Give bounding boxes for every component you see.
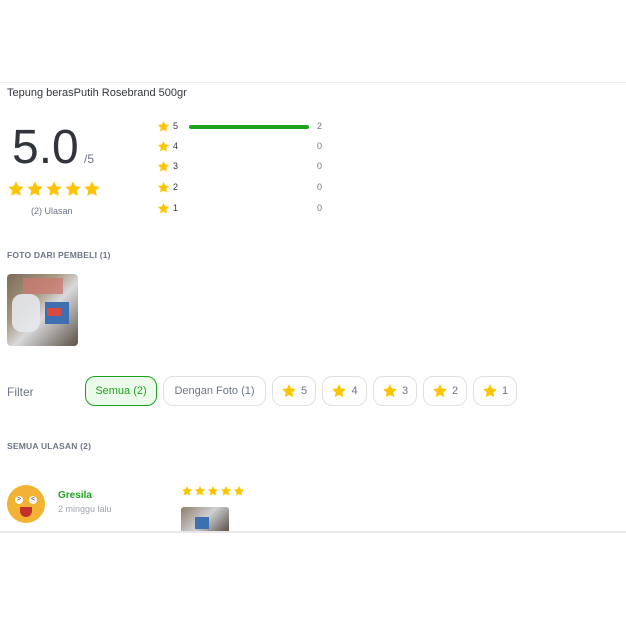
emoji-avatar-icon[interactable]: > < — [7, 485, 45, 523]
star-icon — [383, 384, 397, 398]
distribution-count: 0 — [317, 203, 323, 213]
distribution-row-5[interactable]: 5 2 — [157, 120, 337, 134]
avatar-eye: > — [15, 496, 23, 504]
chip-label: 1 — [501, 385, 509, 397]
distribution-bar-fill — [189, 125, 309, 129]
star-icon — [157, 160, 170, 172]
distribution-count: 0 — [317, 141, 323, 151]
avatar-mouth — [20, 507, 32, 517]
star-icon — [84, 181, 100, 196]
chip-label: Semua (2) — [95, 385, 147, 397]
distribution-row-1[interactable]: 1 0 — [157, 202, 337, 216]
star-icon — [157, 140, 170, 152]
photo-detail — [12, 294, 40, 332]
star-icon — [233, 485, 245, 496]
distribution-level: 5 — [173, 121, 179, 131]
distribution-level: 1 — [173, 203, 179, 213]
photo-detail — [23, 278, 63, 294]
star-icon — [282, 384, 296, 398]
star-icon — [181, 485, 193, 496]
distribution-level: 2 — [173, 182, 179, 192]
average-stars — [7, 180, 101, 198]
distribution-level: 3 — [173, 161, 179, 171]
filter-chip-3-star[interactable]: 3 — [373, 376, 417, 406]
filter-chip-all[interactable]: Semua (2) — [85, 376, 157, 406]
distribution-row-4[interactable]: 4 0 — [157, 140, 337, 154]
star-icon — [207, 485, 219, 496]
distribution-bar — [189, 165, 309, 169]
review-stars — [181, 485, 245, 497]
chip-label: 4 — [351, 385, 358, 397]
star-icon — [27, 181, 43, 196]
buyer-photo-thumbnail[interactable] — [7, 274, 78, 346]
distribution-row-2[interactable]: 2 0 — [157, 181, 337, 195]
all-reviews-heading: SEMUA ULASAN (2) — [7, 441, 92, 451]
chip-label: Dengan Foto (1) — [174, 385, 255, 397]
filter-chip-with-photo[interactable]: Dengan Foto (1) — [163, 376, 266, 406]
distribution-count: 2 — [317, 121, 323, 131]
distribution-row-3[interactable]: 3 0 — [157, 160, 337, 174]
star-icon — [157, 181, 170, 193]
review-photo-thumbnail[interactable] — [181, 507, 229, 531]
filter-chip-5-star[interactable]: 5 — [272, 376, 316, 406]
filter-label: Filter — [7, 385, 34, 399]
chip-label: 3 — [401, 385, 409, 397]
avatar-eye: < — [29, 496, 37, 504]
star-icon — [8, 181, 24, 196]
chip-label: 2 — [451, 385, 459, 397]
distribution-level: 4 — [173, 141, 179, 151]
reviewer-name[interactable]: Gresila — [58, 490, 92, 501]
distribution-count: 0 — [317, 161, 323, 171]
rating-scale: /5 — [84, 152, 95, 166]
distribution-bar — [189, 125, 309, 129]
star-icon — [194, 485, 206, 496]
star-icon — [46, 181, 62, 196]
filter-chip-1-star[interactable]: 1 — [473, 376, 517, 406]
star-icon — [220, 485, 232, 496]
review-count: (2) Ulasan — [31, 206, 73, 216]
chip-label: 5 — [300, 385, 308, 397]
filter-chip-2-star[interactable]: 2 — [423, 376, 467, 406]
buyer-photos-heading: FOTO DARI PEMBELI (1) — [7, 250, 111, 260]
star-icon — [433, 384, 447, 398]
star-icon — [483, 384, 497, 398]
product-title: Tepung berasPutih Rosebrand 500gr — [7, 87, 187, 99]
star-icon — [332, 384, 347, 398]
average-rating: 5.0 — [12, 121, 79, 174]
star-icon — [65, 181, 81, 196]
filter-chip-4-star[interactable]: 4 — [322, 376, 367, 406]
distribution-bar — [189, 145, 309, 149]
review-time: 2 minggu lalu — [58, 504, 112, 514]
star-icon — [157, 120, 170, 132]
photo-detail — [47, 308, 61, 316]
distribution-bar — [189, 186, 309, 190]
star-icon — [157, 202, 170, 214]
footer-divider — [0, 531, 626, 533]
photo-detail — [195, 517, 209, 529]
distribution-count: 0 — [317, 182, 323, 192]
distribution-bar — [189, 207, 309, 211]
header-divider — [0, 82, 626, 83]
